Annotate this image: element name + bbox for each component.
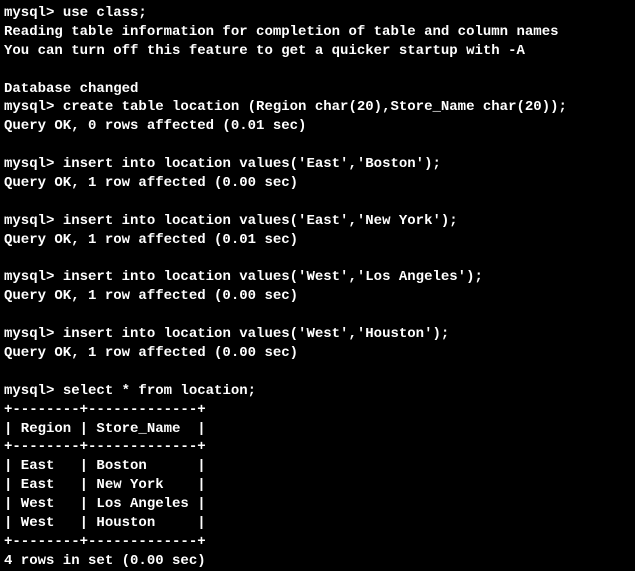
mysql-prompt: mysql> [4, 269, 63, 285]
output-message: Query OK, 1 row affected (0.00 sec) [4, 344, 631, 363]
command-line-4[interactable]: mysql> insert into location values('East… [4, 212, 631, 231]
mysql-prompt: mysql> [4, 156, 63, 172]
table-border: +--------+-------------+ [4, 438, 631, 457]
command-line-1[interactable]: mysql> use class; [4, 4, 631, 23]
blank-line [4, 306, 631, 325]
table-header: | Region | Store_Name | [4, 420, 631, 439]
command-line-3[interactable]: mysql> insert into location values('East… [4, 155, 631, 174]
output-message: Reading table information for completion… [4, 23, 631, 42]
mysql-prompt: mysql> [4, 326, 63, 342]
command-line-7[interactable]: mysql> select * from location; [4, 382, 631, 401]
blank-line [4, 136, 631, 155]
blank-line [4, 193, 631, 212]
table-border: +--------+-------------+ [4, 533, 631, 552]
output-message: Database changed [4, 80, 631, 99]
sql-command: insert into location values('West','Hous… [63, 326, 449, 342]
table-border: +--------+-------------+ [4, 401, 631, 420]
blank-line [4, 363, 631, 382]
output-message: You can turn off this feature to get a q… [4, 42, 631, 61]
result-footer: 4 rows in set (0.00 sec) [4, 552, 631, 571]
mysql-prompt: mysql> [4, 213, 63, 229]
command-line-2[interactable]: mysql> create table location (Region cha… [4, 98, 631, 117]
command-line-6[interactable]: mysql> insert into location values('West… [4, 325, 631, 344]
command-line-5[interactable]: mysql> insert into location values('West… [4, 268, 631, 287]
sql-command: insert into location values('East','Bost… [63, 156, 441, 172]
mysql-prompt: mysql> [4, 99, 63, 115]
table-row: | East | New York | [4, 476, 631, 495]
table-row: | West | Houston | [4, 514, 631, 533]
table-row: | West | Los Angeles | [4, 495, 631, 514]
output-message: Query OK, 0 rows affected (0.01 sec) [4, 117, 631, 136]
sql-command: use class; [63, 5, 147, 21]
output-message: Query OK, 1 row affected (0.00 sec) [4, 287, 631, 306]
sql-command: select * from location; [63, 383, 256, 399]
sql-command: insert into location values('West','Los … [63, 269, 483, 285]
output-message: Query OK, 1 row affected (0.00 sec) [4, 174, 631, 193]
output-message: Query OK, 1 row affected (0.01 sec) [4, 231, 631, 250]
blank-line [4, 250, 631, 269]
mysql-prompt: mysql> [4, 5, 63, 21]
table-row: | East | Boston | [4, 457, 631, 476]
blank-line [4, 61, 631, 80]
sql-command: create table location (Region char(20),S… [63, 99, 567, 115]
mysql-prompt: mysql> [4, 383, 63, 399]
sql-command: insert into location values('East','New … [63, 213, 458, 229]
